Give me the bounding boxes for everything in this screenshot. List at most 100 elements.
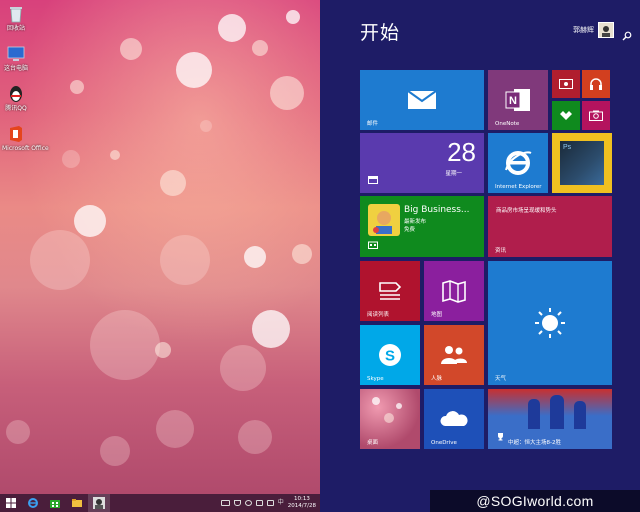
internet-explorer-icon [28,498,38,508]
taskbar-user-app[interactable] [88,494,110,512]
trophy-icon [496,426,505,445]
bokeh-light [100,436,130,466]
user-name: 郭赫辉 [573,26,594,34]
avatar [598,22,614,38]
search-icon[interactable] [622,26,632,41]
tile-mail[interactable]: 邮件 [360,70,484,130]
network-icon[interactable] [244,500,252,506]
bokeh-light [155,342,171,358]
action-center-icon[interactable] [233,500,241,506]
bokeh-light [6,420,30,444]
tile-music[interactable] [582,70,610,98]
tile-label: 阅读列表 [367,312,390,318]
player-figure [528,399,540,429]
start-button[interactable] [0,494,22,512]
bokeh-light [74,205,106,237]
windows-logo-icon [6,498,16,508]
tile-internet-explorer[interactable]: Internet Explorer [488,133,548,193]
tile-onenote[interactable]: N OneNote [488,70,548,130]
desktop-icon-label: 腾讯QQ [5,105,27,112]
bokeh-light [30,230,90,290]
bokeh-light [156,410,194,448]
desktop-background[interactable]: 回收站 这台电脑 腾讯QQ Microsoft Office [0,0,320,494]
keyboard-icon[interactable] [220,500,230,506]
start-screen: 开始 郭赫辉 邮件 N OneNote 28 星期一 Internet Expl… [320,0,640,512]
taskbar: 中 10:13 2014/7/28 [0,494,320,512]
calendar-icon [368,169,378,188]
bokeh-light [252,310,290,348]
user-photo-icon [93,497,105,509]
bokeh-light [70,80,84,94]
tile-reading-list[interactable]: 阅读列表 [360,261,420,321]
desktop-icon-qq[interactable]: 腾讯QQ [2,84,30,112]
news-headline: 商品房市场呈现缓和势头 [496,208,557,214]
calendar-weekday: 星期一 [445,171,462,177]
bokeh-light [90,310,160,380]
desktop-icon-label: 回收站 [6,25,25,32]
tile-label: OneNote [495,121,520,127]
bokeh-light [220,345,266,391]
tile-video[interactable] [552,70,580,98]
taskbar-store[interactable] [44,494,66,512]
ime-icon[interactable]: 中 [278,500,284,506]
bokeh-light [270,76,304,110]
clock-time: 10:13 [293,496,310,502]
store-icon [50,500,60,508]
tile-weather[interactable]: 天气 [488,261,612,385]
bokeh-light [120,38,142,60]
tile-label: 桌面 [367,440,379,446]
bokeh-light [286,10,300,24]
tile-photoshop[interactable]: Ps [552,133,612,193]
desktop-icon-label: Microsoft Office [2,145,49,152]
camera-icon [582,101,610,130]
tile-maps[interactable]: 地图 [424,261,484,321]
tile-label: 资讯 [495,248,507,254]
tile-camera[interactable] [582,101,610,130]
player-figure [550,395,564,429]
bokeh-light [252,40,268,56]
bokeh-light [62,150,80,168]
taskbar-internet-explorer[interactable] [22,494,44,512]
tile-store[interactable]: Big Business... 最新发布 免费 [360,196,484,257]
tile-label: 人脉 [431,376,443,382]
tile-people[interactable]: 人脉 [424,325,484,385]
bokeh-light [292,244,312,264]
file-explorer-icon [72,499,82,507]
bokeh-light [160,235,210,285]
tile-onedrive[interactable]: OneDrive [424,389,484,449]
tile-calendar[interactable]: 28 星期一 [360,133,484,193]
sports-headline: 中超：恒大主场8-2胜 [508,440,561,446]
bokeh-light [218,14,246,42]
desktop-icon-office[interactable]: Microsoft Office [2,124,49,152]
bokeh-light [244,246,266,268]
user-account[interactable]: 郭赫辉 [573,22,614,38]
photoshop-icon: Ps [560,141,604,185]
watermark: @SOGIworld.com [430,490,640,512]
battery-icon[interactable] [255,500,263,506]
store-rating-label: 最新发布 [404,219,427,225]
tile-sports[interactable]: 中超：恒大主场8-2胜 [488,389,612,449]
bokeh-light [160,170,186,196]
bokeh-light [396,403,402,409]
tile-desktop[interactable]: 桌面 [360,389,420,449]
video-icon [552,70,580,98]
qq-penguin-icon [6,84,26,104]
volume-icon[interactable] [266,500,274,506]
tile-label: 天气 [495,376,507,382]
system-tray: 中 10:13 2014/7/28 [220,494,316,512]
tile-skype[interactable]: S Skype [360,325,420,385]
tile-label: Internet Explorer [495,184,542,190]
tile-news[interactable]: 商品房市场呈现缓和势头 资讯 [488,196,612,257]
computer-icon [6,44,26,64]
store-icon [368,234,378,253]
desktop-icon-recycle-bin[interactable]: 回收站 [2,4,30,32]
svg-text:N: N [509,95,517,107]
app-thumbnail [368,204,400,236]
desktop-icon-this-pc[interactable]: 这台电脑 [2,44,30,72]
tile-label: 邮件 [367,121,379,127]
taskbar-file-explorer[interactable] [66,494,88,512]
tile-games[interactable] [552,101,580,130]
bokeh-light [200,120,212,132]
desktop-icon-label: 这台电脑 [3,65,28,72]
taskbar-clock[interactable]: 10:13 2014/7/28 [288,496,316,510]
